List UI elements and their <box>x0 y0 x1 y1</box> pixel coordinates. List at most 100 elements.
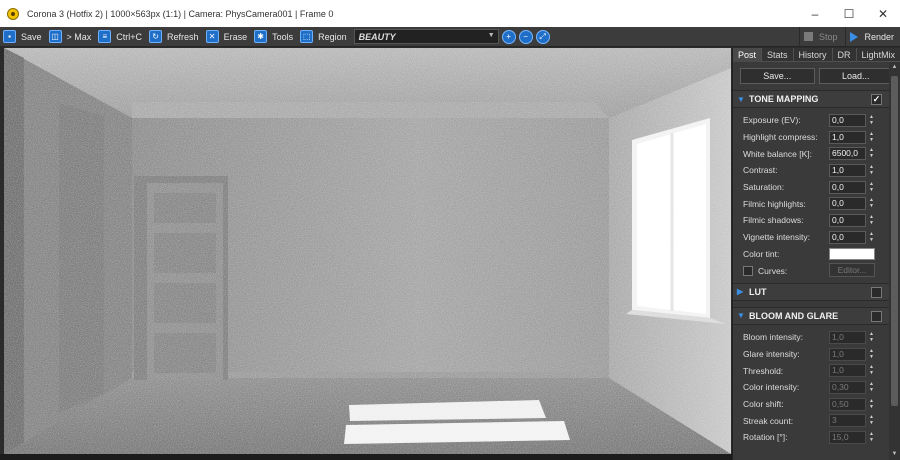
floppy-disk-icon: ▪ <box>3 30 16 43</box>
tone-mapping-header[interactable]: ▼ TONE MAPPING ✓ <box>733 90 900 108</box>
spinner-arrows-icon[interactable]: ▲ ▼ <box>868 131 875 144</box>
spinner-arrows-icon[interactable]: ▲ ▼ <box>868 348 875 361</box>
param-row: Bloom intensity: 1,0 ▲ ▼ <box>743 330 875 344</box>
render-controls: Stop Render <box>798 27 900 46</box>
glare-intensity-field[interactable]: 1,0 <box>829 347 866 361</box>
bloom-glare-checkbox[interactable] <box>871 310 882 322</box>
spinner-arrows-icon[interactable]: ▲ ▼ <box>868 364 875 377</box>
tab-lightmix[interactable]: LightMix <box>857 48 900 62</box>
spinner-arrows-icon[interactable]: ▲ ▼ <box>868 414 875 427</box>
streak-count-field[interactable]: 3 <box>829 414 866 428</box>
param-row: Streak count: 3 ▲ ▼ <box>743 414 875 428</box>
zoom-in-icon[interactable]: + <box>501 29 516 44</box>
tone-mapping-params: Exposure (EV): 0,0 ▲ ▼ Highlight compress… <box>733 108 900 283</box>
refresh-icon: ↻ <box>149 30 163 43</box>
white-balance-field[interactable]: 6500,0 <box>829 147 866 161</box>
spinner-arrows-icon[interactable]: ▲ ▼ <box>868 214 875 227</box>
render-viewport[interactable] <box>4 48 731 454</box>
copy-button[interactable]: ≡ Ctrl+C <box>95 28 146 46</box>
filmic-highlights-field[interactable]: 0,0 <box>829 197 866 211</box>
stop-icon <box>803 32 813 41</box>
clipboard-icon: ≡ <box>98 30 112 43</box>
param-row: Saturation: 0,0 ▲ ▼ <box>743 180 875 194</box>
spinner-arrows-icon[interactable]: ▲ ▼ <box>868 181 875 194</box>
tab-history[interactable]: History <box>794 48 833 62</box>
color-intensity-field[interactable]: 0,30 <box>829 380 866 394</box>
param-row: White balance [K]: 6500,0 ▲ ▼ <box>743 147 875 161</box>
spinner-arrows-icon[interactable]: ▲ ▼ <box>868 164 875 177</box>
maximize-button[interactable]: ☐ <box>832 0 866 27</box>
close-button[interactable]: ✕ <box>866 0 900 27</box>
x-icon: ✕ <box>205 30 219 43</box>
send-to-max-button[interactable]: ◫ > Max <box>46 28 96 46</box>
filmic-shadows-field[interactable]: 0,0 <box>829 214 866 228</box>
scroll-thumb[interactable] <box>891 76 898 406</box>
chevron-down-icon: ▼ <box>487 32 495 39</box>
spinner-arrows-icon[interactable]: ▲ ▼ <box>868 197 875 210</box>
corona-logo-icon <box>7 7 19 20</box>
post-panel: Post Stats History DR LightMix Save... L… <box>732 48 900 460</box>
tab-dr[interactable]: DR <box>833 48 857 62</box>
preset-buttons: Save... Load... <box>733 62 900 90</box>
stop-button[interactable]: Stop <box>798 27 846 46</box>
scroll-up-icon[interactable]: ▲ <box>889 62 900 73</box>
render-button[interactable]: Render <box>845 27 900 46</box>
spinner-arrows-icon[interactable]: ▲ ▼ <box>868 398 875 411</box>
spinner-arrows-icon[interactable]: ▲ ▼ <box>868 231 875 244</box>
vfb-toolbar: ▪ Save ◫ > Max ≡ Ctrl+C ↻ Refresh ✕ Eras… <box>0 27 900 47</box>
save-button[interactable]: ▪ Save <box>0 28 46 46</box>
saturation-field[interactable]: 0,0 <box>829 180 866 194</box>
window-title: Corona 3 (Hotfix 2) | 1000×563px (1:1) |… <box>27 8 334 19</box>
highlight-compress-field[interactable]: 1,0 <box>829 130 866 144</box>
save-preset-button[interactable]: Save... <box>740 68 815 84</box>
lut-checkbox[interactable] <box>871 286 882 298</box>
param-row: Glare intensity: 1,0 ▲ ▼ <box>743 347 875 361</box>
param-row: Vignette intensity: 0,0 ▲ ▼ <box>743 230 875 244</box>
title-bar: Corona 3 (Hotfix 2) | 1000×563px (1:1) |… <box>0 0 900 27</box>
erase-button[interactable]: ✕ Erase <box>203 28 252 46</box>
gear-icon: ✱ <box>254 30 268 43</box>
curves-editor-button[interactable]: Editor... <box>829 263 875 278</box>
rotation-field[interactable]: 15,0 <box>829 431 866 444</box>
render-channel-select[interactable]: BEAUTY ▼ <box>353 29 499 44</box>
zoom-out-icon[interactable]: − <box>518 29 533 44</box>
tools-button[interactable]: ✱ Tools <box>251 28 297 46</box>
spinner-arrows-icon[interactable]: ▲ ▼ <box>868 431 875 444</box>
refresh-button[interactable]: ↻ Refresh <box>146 28 203 46</box>
panel-scrollbar[interactable]: ▲ ▼ <box>889 62 900 460</box>
param-row: Exposure (EV): 0,0 ▲ ▼ <box>743 114 875 127</box>
color-tint-swatch[interactable] <box>829 247 875 260</box>
max-frame-icon: ◫ <box>48 30 62 43</box>
curves-checkbox[interactable] <box>743 265 753 276</box>
param-row: Highlight compress: 1,0 ▲ ▼ <box>743 130 875 144</box>
spinner-arrows-icon[interactable]: ▲ ▼ <box>868 331 875 344</box>
param-row: Color tint: <box>733 246 900 263</box>
region-button[interactable]: ⬚ Region <box>297 28 351 46</box>
exposure-field[interactable]: 0,0 <box>829 114 866 127</box>
spinner-arrows-icon[interactable]: ▲ ▼ <box>868 114 875 127</box>
window-controls: – ☐ ✕ <box>798 0 900 27</box>
tab-stats[interactable]: Stats <box>762 48 794 62</box>
param-row: Filmic highlights: 0,0 ▲ ▼ <box>743 197 875 211</box>
spinner-arrows-icon[interactable]: ▲ ▼ <box>868 381 875 394</box>
play-icon <box>850 31 859 42</box>
tab-post[interactable]: Post <box>733 48 763 62</box>
threshold-field[interactable]: 1,0 <box>829 364 866 378</box>
bloom-glare-params: Bloom intensity: 1,0 ▲ ▼ Glare intensity:… <box>733 325 900 450</box>
param-row: Filmic shadows: 0,0 ▲ ▼ <box>743 214 875 228</box>
tone-mapping-checkbox[interactable]: ✓ <box>871 94 882 105</box>
zoom-fit-icon[interactable]: ⤢ <box>535 29 550 44</box>
bloom-glare-header[interactable]: ▼ BLOOM AND GLARE <box>733 306 900 325</box>
load-preset-button[interactable]: Load... <box>818 68 893 84</box>
region-icon: ⬚ <box>300 30 314 43</box>
lut-header[interactable]: ▶ LUT <box>733 282 900 301</box>
color-shift-field[interactable]: 0,50 <box>829 397 866 411</box>
param-row: Color shift: 0,50 ▲ ▼ <box>743 397 875 411</box>
spinner-arrows-icon[interactable]: ▲ ▼ <box>868 147 875 160</box>
scroll-down-icon[interactable]: ▼ <box>889 449 900 460</box>
vignette-field[interactable]: 0,0 <box>829 230 866 244</box>
contrast-field[interactable]: 1,0 <box>829 164 866 178</box>
bloom-intensity-field[interactable]: 1,0 <box>829 330 866 344</box>
minimize-button[interactable]: – <box>798 0 832 27</box>
panel-tabs: Post Stats History DR LightMix <box>733 48 900 62</box>
